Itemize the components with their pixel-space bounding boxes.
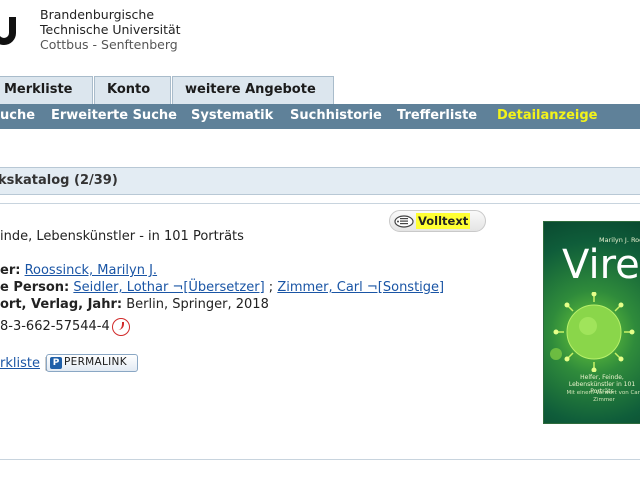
author-row: er: Roossinck, Marilyn J. — [0, 263, 157, 278]
university-name: Brandenburgische Technische Universität … — [40, 7, 181, 52]
permalink-label: PERMALINK — [64, 356, 127, 368]
merkliste-link[interactable]: rkliste — [0, 356, 40, 371]
nav-detailanzeige[interactable]: Detailanzeige — [497, 108, 598, 123]
sub-navigation: uche Erweiterte Suche Systematik Suchhis… — [0, 104, 640, 129]
person-label: e Person: — [0, 280, 70, 295]
nav-suche[interactable]: uche — [0, 108, 35, 123]
doi-icon[interactable] — [112, 318, 130, 336]
university-line-3: Cottbus - Senftenberg — [40, 37, 178, 52]
permalink-button[interactable]: P PERMALINK — [46, 354, 138, 372]
cover-foreword: Mit einem Vorwort von Carl Zimmer — [566, 390, 640, 403]
publisher-label: ort, Verlag, Jahr: — [0, 297, 123, 312]
author-link[interactable]: Roossinck, Marilyn J. — [25, 263, 157, 278]
tab-merkliste[interactable]: Merkliste — [0, 76, 93, 104]
author-label: er: — [0, 263, 21, 278]
book-cover-image[interactable]: Marilyn J. Roossinck Viren Helfer, Feind… — [543, 221, 640, 424]
result-header-title: kskatalog (2/39) — [0, 173, 118, 188]
cover-title: Viren — [562, 242, 640, 288]
tab-weitere-angebote[interactable]: weitere Angebote — [172, 76, 334, 104]
permalink-icon: P — [50, 357, 62, 369]
virus-illustration-icon — [550, 292, 635, 372]
university-logo-icon — [0, 17, 16, 45]
university-line-2: Technische Universität — [40, 22, 181, 37]
nav-systematik[interactable]: Systematik — [191, 108, 273, 123]
isbn-value: 8-3-662-57544-4 — [0, 319, 110, 334]
nav-erweiterte-suche[interactable]: Erweiterte Suche — [51, 108, 177, 123]
university-line-1: Brandenburgische — [40, 7, 155, 22]
divider — [0, 203, 640, 204]
title-fragment: inde, Lebenskünstler - in 101 Porträts — [0, 229, 244, 244]
volltext-button[interactable]: Volltext — [389, 210, 486, 232]
result-header: kskatalog (2/39) — [0, 167, 640, 195]
nav-suchhistorie[interactable]: Suchhistorie — [290, 108, 382, 123]
person-row: e Person: Seidler, Lothar ¬[Übersetzer] … — [0, 280, 444, 295]
tab-konto[interactable]: Konto — [94, 76, 171, 104]
fulltext-icon — [394, 215, 414, 228]
publisher-row: ort, Verlag, Jahr: Berlin, Springer, 201… — [0, 297, 269, 312]
person-separator: ; — [268, 280, 274, 295]
publisher-value: Berlin, Springer, 2018 — [126, 297, 269, 312]
volltext-label: Volltext — [416, 213, 471, 229]
nav-trefferliste[interactable]: Trefferliste — [397, 108, 477, 123]
person-link-seidler[interactable]: Seidler, Lothar ¬[Übersetzer] — [73, 280, 264, 295]
divider — [0, 459, 640, 460]
merkliste-row: rkliste | — [0, 356, 49, 371]
person-link-zimmer[interactable]: Zimmer, Carl ¬[Sonstige] — [277, 280, 444, 295]
